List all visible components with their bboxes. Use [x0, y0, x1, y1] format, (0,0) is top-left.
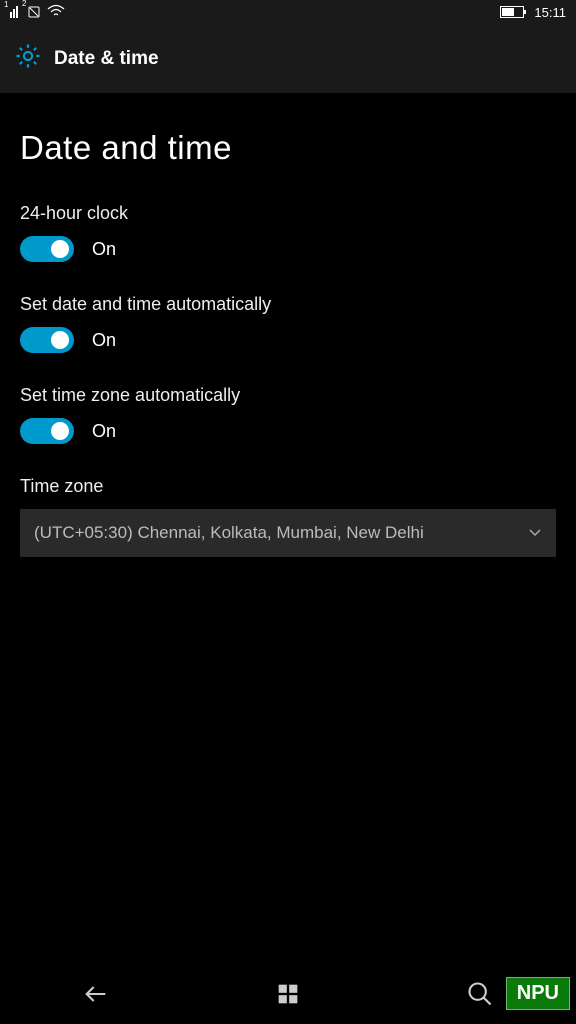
toggle-auto-datetime[interactable]	[20, 327, 74, 353]
status-bar: 1 2 15:11	[0, 0, 576, 24]
setting-auto-timezone: Set time zone automatically On	[20, 385, 556, 444]
navigation-bar	[0, 964, 576, 1024]
watermark: NPU	[506, 977, 570, 1010]
setting-timezone: Time zone (UTC+05:30) Chennai, Kolkata, …	[20, 476, 556, 557]
setting-24hour-clock: 24-hour clock On	[20, 203, 556, 262]
setting-label: 24-hour clock	[20, 203, 556, 224]
status-right: 15:11	[500, 5, 566, 20]
header-title: Date & time	[54, 48, 159, 70]
content-area: Date and time 24-hour clock On Set date …	[0, 93, 576, 609]
setting-label: Set time zone automatically	[20, 385, 556, 406]
toggle-state: On	[92, 239, 116, 260]
toggle-auto-timezone[interactable]	[20, 418, 74, 444]
toggle-state: On	[92, 421, 116, 442]
wifi-icon	[47, 4, 65, 21]
setting-label: Time zone	[20, 476, 556, 497]
setting-auto-datetime: Set date and time automatically On	[20, 294, 556, 353]
back-button[interactable]	[46, 969, 146, 1019]
chevron-down-icon	[528, 525, 542, 541]
setting-label: Set date and time automatically	[20, 294, 556, 315]
home-button[interactable]	[238, 969, 338, 1019]
page-header: Date & time	[0, 24, 576, 93]
battery-icon	[500, 6, 524, 18]
signal-sim1-icon: 1	[10, 6, 21, 18]
page-title: Date and time	[20, 129, 556, 167]
timezone-dropdown[interactable]: (UTC+05:30) Chennai, Kolkata, Mumbai, Ne…	[20, 509, 556, 557]
no-sim-icon: 2	[27, 5, 41, 19]
toggle-24hour-clock[interactable]	[20, 236, 74, 262]
dropdown-value: (UTC+05:30) Chennai, Kolkata, Mumbai, Ne…	[34, 523, 520, 543]
gear-icon	[14, 42, 42, 75]
status-left: 1 2	[10, 4, 65, 21]
clock-time: 15:11	[534, 5, 566, 20]
toggle-state: On	[92, 330, 116, 351]
